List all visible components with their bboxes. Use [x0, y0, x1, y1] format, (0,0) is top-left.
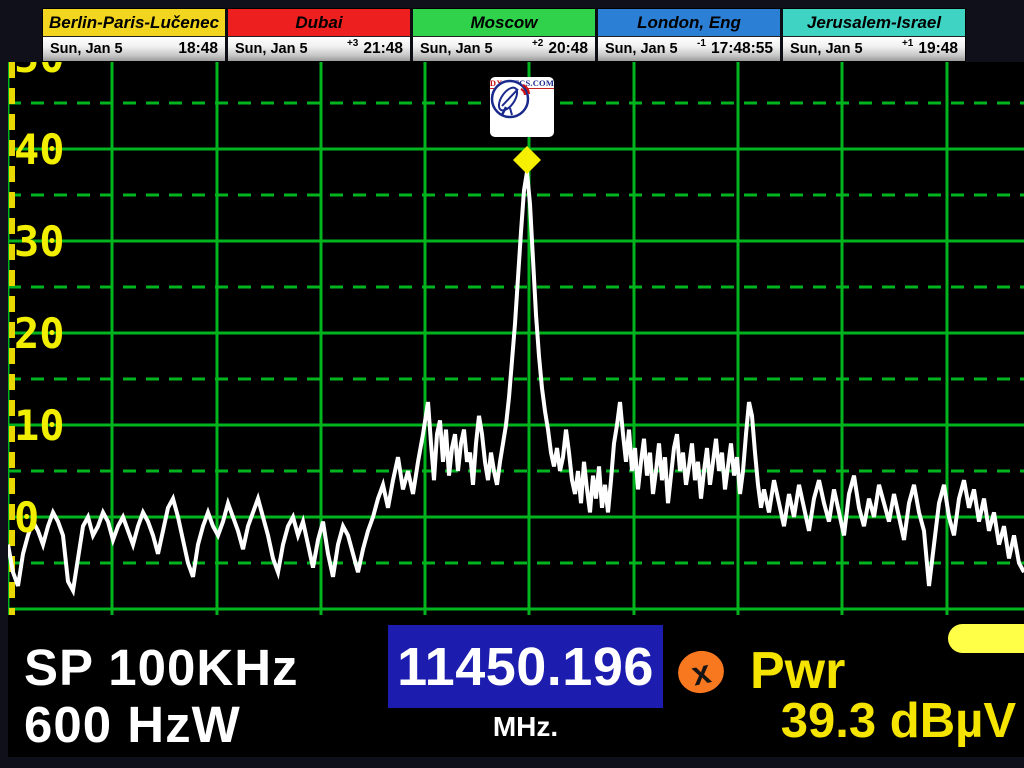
power-label: Pwr — [750, 641, 845, 701]
frequency-unit-label: MHz. — [388, 711, 663, 743]
utc-offset: +1 — [902, 38, 913, 49]
dxsatcs-logo: DXSATCS.COM — [490, 77, 554, 137]
svg-text:30: 30 — [14, 217, 65, 266]
city-name: Moscow — [413, 9, 595, 37]
svg-text:10: 10 — [14, 401, 65, 450]
world-clock-bar: Berlin-Paris-Lučenec Sun, Jan 5 18:48 Du… — [42, 8, 966, 62]
clock-date: Sun, Jan 5 — [235, 41, 308, 57]
svg-text:50: 50 — [14, 62, 65, 82]
clock-city-dubai: Dubai Sun, Jan 5 +3 21:48 — [228, 9, 413, 61]
analyzer-screen: Berlin-Paris-Lučenec Sun, Jan 5 18:48 Du… — [0, 0, 1024, 768]
clock-date: Sun, Jan 5 — [605, 41, 678, 57]
spectrum-plot: 50 40 30 20 10 0 DXSATCS.COM — [8, 62, 1024, 615]
clock-date: Sun, Jan 5 — [50, 41, 123, 57]
clock-time: 20:48 — [548, 40, 588, 58]
clock-date: Sun, Jan 5 — [420, 41, 493, 57]
power-value: 39.3 dBµV — [781, 693, 1016, 749]
rbw-setting: 600 HzW — [24, 696, 299, 753]
clock-time: 18:48 — [178, 40, 218, 58]
city-name: Dubai — [228, 9, 410, 37]
clock-date: Sun, Jan 5 — [790, 41, 863, 57]
clock-city-moscow: Moscow Sun, Jan 5 +2 20:48 — [413, 9, 598, 61]
utc-offset: +3 — [347, 38, 358, 49]
svg-text:40: 40 — [14, 125, 65, 174]
clock-time: 19:48 — [918, 40, 958, 58]
spectrum-canvas: 50 40 30 20 10 0 — [8, 62, 1024, 615]
span-setting: SP 100KHz — [24, 639, 299, 696]
city-name: Jerusalem-Israel — [783, 9, 965, 37]
readout-bar: SP 100KHz 600 HzW 11450.196 MHz. x Pwr 3… — [8, 615, 1024, 757]
utc-offset: -1 — [697, 38, 706, 49]
frequency-field[interactable]: 11450.196 — [388, 625, 663, 708]
satellite-dish-icon — [490, 77, 532, 121]
yellow-indicator-pill — [948, 624, 1024, 653]
svg-text:20: 20 — [14, 309, 65, 358]
city-name: London, Eng — [598, 9, 780, 37]
clock-time: 21:48 — [363, 40, 403, 58]
clock-city-jerusalem: Jerusalem-Israel Sun, Jan 5 +1 19:48 — [783, 9, 965, 61]
utc-offset: +2 — [532, 38, 543, 49]
clock-city-london: London, Eng Sun, Jan 5 -1 17:48:55 — [598, 9, 783, 61]
svg-text:0: 0 — [14, 493, 39, 542]
clock-city-berlin: Berlin-Paris-Lučenec Sun, Jan 5 18:48 — [43, 9, 228, 61]
clock-time: 17:48:55 — [711, 40, 773, 58]
cancel-x-icon[interactable]: x — [674, 647, 728, 698]
city-name: Berlin-Paris-Lučenec — [43, 9, 225, 37]
